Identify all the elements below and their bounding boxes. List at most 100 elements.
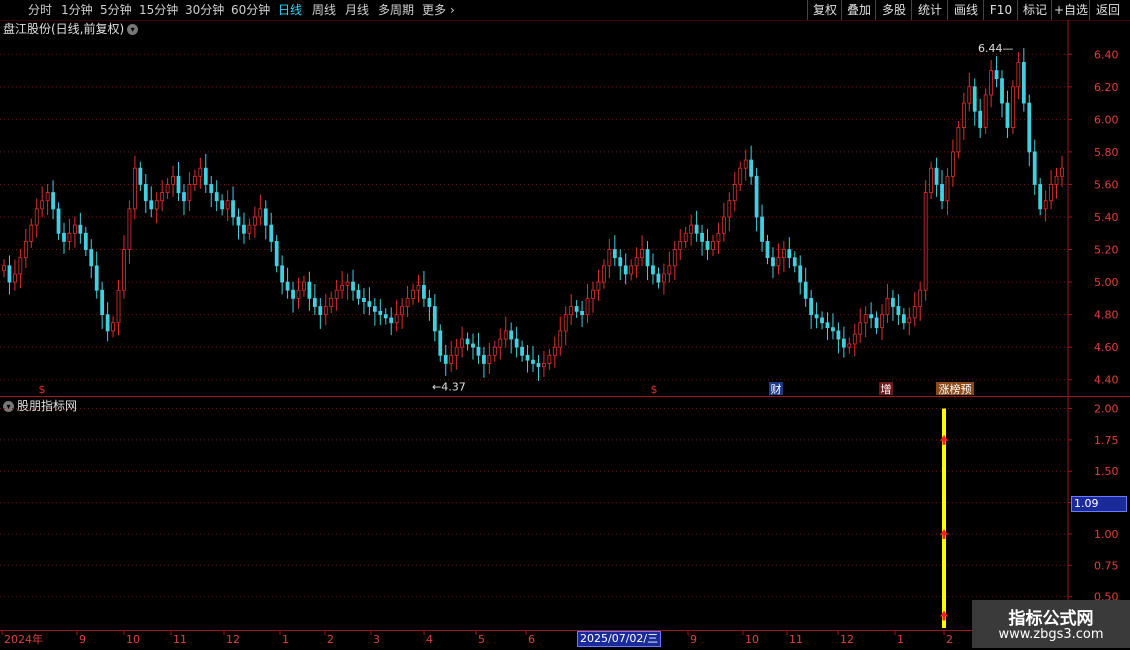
candle-body: [225, 200, 230, 210]
candle-body: [509, 330, 514, 340]
date-tick-label: 11: [789, 633, 803, 646]
date-tick-label: 6: [528, 633, 535, 646]
candle-body: [400, 306, 405, 316]
candle-body: [776, 257, 781, 267]
candle-body: [1049, 184, 1053, 202]
candle-body: [383, 314, 388, 319]
candle-body: [122, 249, 126, 291]
candle-body: [983, 94, 988, 128]
date-tick-label: 2: [946, 633, 953, 646]
candle-body: [841, 338, 846, 348]
candle-body: [885, 297, 890, 316]
watermark-title: 指标公式网: [1008, 609, 1094, 629]
event-marker: 增: [881, 382, 892, 396]
candle-body: [552, 346, 557, 356]
candle-body: [651, 265, 655, 275]
candle-body: [231, 200, 235, 218]
candle-body: [482, 354, 486, 364]
candle-body: [891, 297, 895, 307]
candle-body: [432, 306, 437, 332]
candle-body: [863, 314, 868, 324]
candle-body: [45, 192, 50, 202]
candle-body: [62, 232, 66, 242]
candle-body: [334, 289, 339, 299]
cursor-value-label: 1.09: [1071, 496, 1127, 512]
candle-body: [1011, 86, 1015, 128]
candle-body: [367, 301, 372, 307]
candle-body: [940, 184, 944, 202]
candle-body: [623, 265, 628, 275]
candle-body: [732, 184, 737, 202]
date-tick-label: 10: [126, 633, 140, 646]
date-tick-label: 4: [426, 633, 433, 646]
candle-body: [972, 86, 977, 112]
candle-body: [743, 159, 748, 169]
candle-body: [378, 310, 383, 316]
candle-body: [416, 284, 421, 291]
chart-canvas[interactable]: 6.40 6.20 6.00 5.80 5.60 5.40 5.20 5.00 4.80 4.60…: [0, 0, 1130, 650]
candle-body: [56, 208, 61, 234]
candle-body: [700, 232, 704, 242]
candle-body: [214, 192, 219, 202]
candle-body: [487, 354, 492, 364]
candle-body: [531, 359, 535, 364]
candle-body: [918, 289, 923, 307]
candle-body: [754, 175, 759, 218]
candle-body: [449, 354, 454, 364]
candle-body: [765, 241, 770, 259]
up-arrow-icon: [940, 528, 948, 539]
candle-body: [792, 257, 797, 267]
candle-body: [465, 338, 470, 345]
candle-body: [187, 184, 192, 202]
candle-body: [67, 232, 72, 242]
watermark: 指标公式网 www.zbgs3.com: [972, 600, 1130, 648]
candle-body: [116, 289, 121, 324]
candle-body: [454, 346, 459, 356]
candle-body: [269, 224, 274, 242]
candle-body: [961, 102, 966, 128]
candle-body: [923, 192, 928, 291]
indicator-tick-label: 2.00: [1094, 403, 1119, 416]
candle-body: [825, 322, 830, 329]
candle-body: [1016, 62, 1021, 88]
candle-body: [51, 192, 55, 210]
candle-body: [705, 241, 710, 250]
candle-body: [814, 314, 819, 319]
candle-body: [678, 241, 683, 250]
price-tick-label: 5.40: [1094, 211, 1119, 224]
candle-body: [7, 265, 12, 283]
candle-body: [34, 208, 39, 226]
candle-body: [798, 265, 803, 283]
candle-body: [1060, 167, 1064, 177]
candle-body: [247, 224, 252, 234]
candle-body: [318, 306, 323, 316]
candle-body: [72, 224, 77, 234]
candle-body: [1043, 200, 1048, 210]
candle-body: [236, 216, 241, 226]
candle-body: [372, 306, 377, 312]
candle-body: [618, 257, 623, 267]
candle-body: [601, 265, 606, 283]
candle-body: [689, 224, 694, 234]
candle-body: [656, 273, 661, 283]
candle-body: [858, 322, 863, 335]
candle-body: [951, 151, 955, 177]
candle-body: [274, 241, 279, 267]
candle-body: [40, 200, 45, 210]
candle-body: [307, 281, 312, 299]
candle-body: [912, 306, 917, 319]
candle-body: [1021, 62, 1026, 104]
candle-body: [1000, 78, 1004, 104]
candle-body: [351, 281, 355, 291]
candle-body: [171, 175, 175, 185]
candle-body: [640, 249, 644, 259]
date-tick-label: 12: [226, 633, 240, 646]
date-tick-label: 1: [897, 633, 904, 646]
price-tick-label: 4.60: [1094, 341, 1119, 354]
candle-body: [476, 346, 481, 356]
candle-body: [280, 265, 285, 283]
candle-body: [209, 184, 214, 193]
event-marker: $: [651, 383, 658, 396]
candle-body: [160, 192, 165, 202]
candle-body: [389, 317, 394, 324]
